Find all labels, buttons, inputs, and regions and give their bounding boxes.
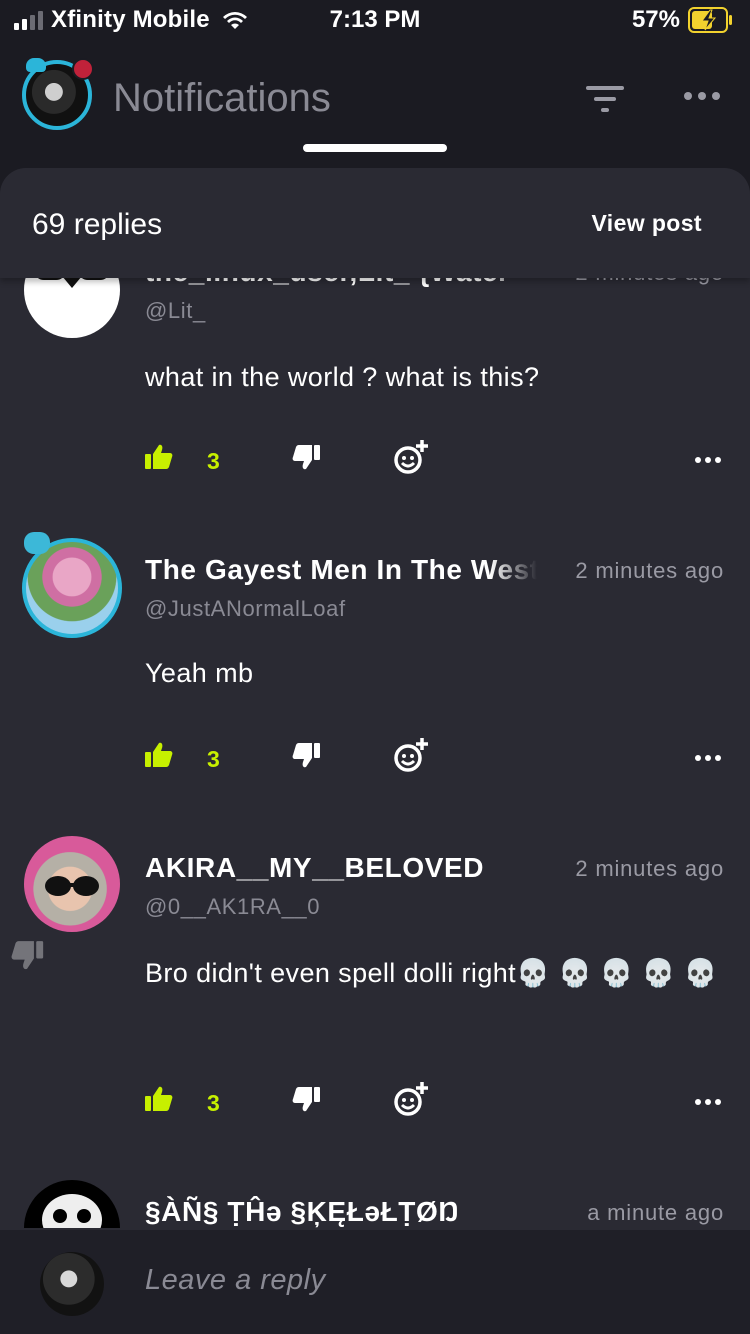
comment-author-name[interactable]: AKIRA__MY__BELOVED — [145, 852, 537, 884]
add-reaction-icon[interactable] — [392, 736, 430, 774]
comment-more-icon[interactable] — [694, 754, 722, 762]
thumbs-up-icon[interactable] — [145, 1086, 173, 1112]
battery-percent: 57% — [631, 6, 680, 33]
header-bar: Notifications — [0, 50, 750, 150]
avatar-frame-decoration — [24, 532, 50, 554]
comment-text: Yeah mb — [145, 658, 254, 688]
comment-avatar[interactable] — [24, 836, 120, 932]
sheet-header: 69 replies View post — [0, 168, 750, 278]
comment-author-name[interactable]: The Gayest Men In The West — [145, 554, 537, 586]
sheet-grabber[interactable] — [303, 144, 447, 152]
skeleton-avatar-art — [42, 1194, 102, 1228]
comment-timestamp: a minute ago — [587, 1200, 724, 1225]
replies-feed[interactable]: the_linux_user,Lit_ {Water 2 minutes ago… — [0, 168, 750, 1228]
reply-count: 69 replies — [32, 208, 163, 241]
thumbs-up-icon[interactable] — [145, 742, 173, 768]
status-bar: Xfinity Mobile 7:13 PM 57% — [0, 0, 750, 42]
comment-author-handle[interactable]: @0__AK1RA__0 — [145, 894, 320, 920]
comment-actions: 3 — [0, 440, 750, 484]
status-right: 57% — [632, 6, 734, 34]
avatar-frame-decoration — [26, 58, 46, 72]
comment-actions: 3 — [0, 738, 750, 782]
thumbs-down-icon[interactable] — [292, 1086, 320, 1112]
like-count: 3 — [207, 448, 220, 474]
like-count: 3 — [207, 1090, 220, 1116]
page-title: Notifications — [113, 76, 331, 120]
comment-timestamp: 2 minutes ago — [575, 558, 724, 583]
comment-author-name[interactable]: §ÀÑ§ ṬĤə §ĶĘŁəŁṬØŊ — [145, 1196, 537, 1228]
thumbs-down-icon[interactable] — [292, 444, 320, 470]
like-count: 3 — [207, 746, 220, 772]
reply-input[interactable]: Leave a reply — [145, 1264, 326, 1297]
comment-author-handle[interactable]: @JustANormalLoaf — [145, 596, 346, 622]
avatar — [40, 1252, 104, 1316]
app-root: Xfinity Mobile 7:13 PM 57% Notifications — [0, 0, 750, 1334]
reply-composer: Leave a reply — [0, 1230, 750, 1334]
thumbs-down-icon[interactable] — [292, 742, 320, 768]
sunglasses-avatar-art — [45, 876, 99, 896]
comment-author-handle[interactable]: @Lit_ — [145, 298, 206, 324]
thumbs-up-icon[interactable] — [145, 444, 173, 470]
battery-charging-icon — [688, 7, 732, 33]
more-icon[interactable] — [683, 90, 723, 102]
filter-icon[interactable] — [586, 86, 626, 114]
comment-text: Bro didn't even spell dolli right💀 💀 💀 💀… — [145, 958, 718, 988]
comment-actions: 3 — [0, 1082, 750, 1126]
add-reaction-icon[interactable] — [392, 1080, 430, 1118]
comment-more-icon[interactable] — [694, 1098, 722, 1106]
comment-avatar[interactable] — [24, 1180, 120, 1228]
view-post-button[interactable]: View post — [591, 210, 702, 237]
add-reaction-icon[interactable] — [392, 438, 430, 476]
comment-text: what in the world ? what is this? — [145, 362, 540, 392]
notification-badge — [72, 58, 94, 80]
thumbs-down-icon — [11, 941, 44, 970]
replies-sheet: the_linux_user,Lit_ {Water 2 minutes ago… — [0, 168, 750, 1334]
comment-more-icon[interactable] — [694, 456, 722, 464]
comment-timestamp: 2 minutes ago — [575, 856, 724, 881]
